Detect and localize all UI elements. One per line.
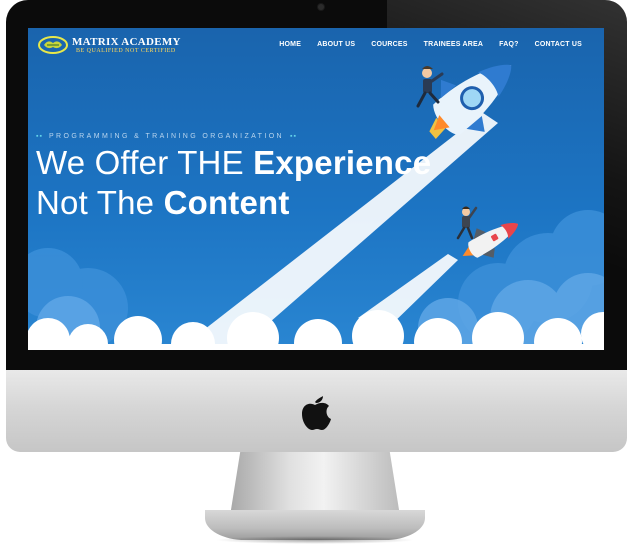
nav-about-us[interactable]: ABOUT US (317, 41, 355, 48)
headline-line-1-light: We Offer THE (36, 144, 254, 181)
stand-shadow (215, 536, 415, 544)
hero-eyebrow: ▪▪ PROGRAMMING & TRAINING ORGANIZATION ▪… (36, 133, 297, 140)
apple-logo-icon (302, 396, 331, 430)
headline-line-1-bold: Experience (253, 144, 432, 181)
headline-line-2-bold: Content (163, 184, 290, 221)
imac-mockup: MATRIX ACADEMY BE QUALIFIED NOT CERTIFIE… (0, 0, 631, 548)
website-screen: MATRIX ACADEMY BE QUALIFIED NOT CERTIFIE… (28, 28, 604, 350)
main-nav: HOME ABOUT US COURCES TRAINEES AREA FAQ?… (279, 41, 582, 48)
stand-neck (230, 452, 400, 516)
eyebrow-dots-right: ▪▪ (290, 133, 297, 140)
eyebrow-dots-left: ▪▪ (36, 133, 43, 140)
nav-contact-us[interactable]: CONTACT US (535, 41, 582, 48)
nav-home[interactable]: HOME (279, 41, 301, 48)
small-rocket-rider (456, 206, 478, 240)
headline-line-2-light: Not The (36, 184, 164, 221)
nav-cources[interactable]: COURCES (371, 41, 407, 48)
nav-trainees-area[interactable]: TRAINEES AREA (424, 41, 484, 48)
site-navbar: MATRIX ACADEMY BE QUALIFIED NOT CERTIFIE… (28, 28, 604, 64)
headline-line-1: We Offer THE Experience (36, 143, 431, 183)
hero-headline: We Offer THE Experience Not The Content (36, 143, 431, 223)
headline-line-2: Not The Content (36, 183, 431, 223)
nav-faq[interactable]: FAQ? (499, 41, 518, 48)
brand-name[interactable]: MATRIX ACADEMY (72, 36, 181, 48)
brand-tagline: BE QUALIFIED NOT CERTIFIED (76, 48, 176, 54)
eyebrow-text: PROGRAMMING & TRAINING ORGANIZATION (48, 133, 284, 140)
camera-icon (318, 4, 324, 10)
brain-logo-icon[interactable] (38, 36, 68, 54)
